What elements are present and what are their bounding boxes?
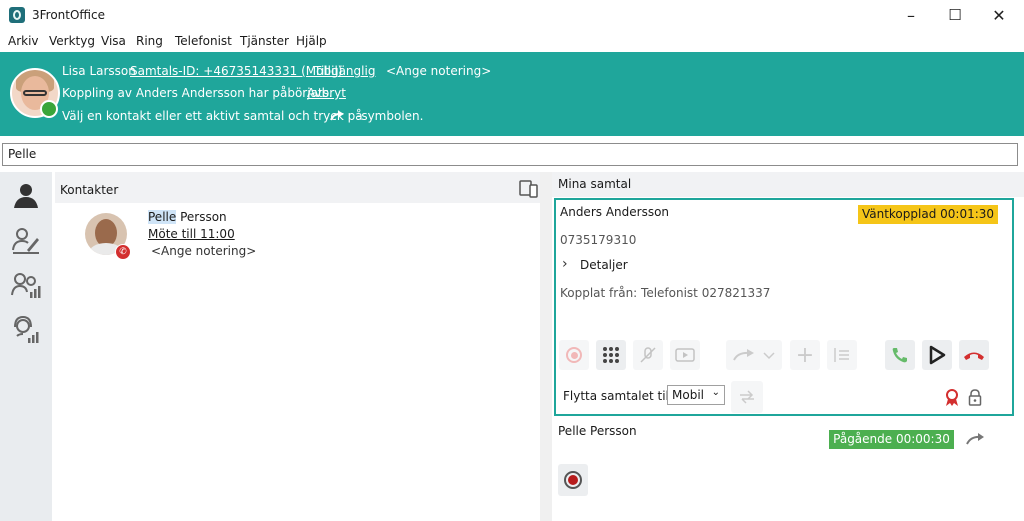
menu-arkiv[interactable]: Arkiv [8,34,39,48]
busy-phone-icon: ✆ [115,244,131,260]
contacts-title: Kontakter [60,183,119,197]
dialpad-icon [603,347,619,363]
lock-icon[interactable] [968,389,982,406]
transfer-forward-icon [733,349,775,361]
search-input[interactable]: Pelle [2,143,1018,166]
group-stats-icon[interactable] [10,270,42,302]
record-button[interactable] [558,464,588,496]
title-bar: 3FrontOffice – ☐ ✕ [0,0,1024,30]
contact-meeting-link[interactable]: Möte till 11:00 [148,227,235,241]
maximize-button[interactable]: ☐ [932,0,978,30]
menu-hjalp[interactable]: Hjälp [296,34,327,48]
queue-list-button[interactable] [827,340,857,370]
swap-call-button[interactable] [731,381,763,413]
calls-header: Mina samtal [552,172,1024,197]
presence-available-icon [40,100,58,118]
hangup-button[interactable] [959,340,989,370]
headset-stats-icon[interactable] [10,314,42,346]
user-banner: Lisa Larsson Samtals-ID: +46735143331 (M… [0,52,1024,136]
contact-first-name: Pelle [148,210,177,224]
minimize-button[interactable]: – [888,0,934,30]
calls-title: Mina samtal [558,177,632,191]
search-value: Pelle [8,147,37,161]
plus-icon: + [795,342,815,368]
status-link[interactable]: Tillgänglig [314,64,375,78]
dialpad-button[interactable] [596,340,626,370]
close-button[interactable]: ✕ [976,0,1022,30]
device-switch-icon[interactable] [519,179,539,199]
phone-answer-icon [892,348,907,363]
user-note[interactable]: <Ange notering> [386,64,491,78]
menu-bar: Arkiv Verktyg Visa Ring Telefonist Tjäns… [0,31,1024,51]
contact-last-name: Persson [176,210,227,224]
app-icon [9,7,25,23]
video-icon [675,348,695,362]
move-call-select[interactable]: Mobil ⌄ [667,385,725,405]
menu-visa[interactable]: Visa [101,34,126,48]
ongoing-status-badge: Pågående 00:00:30 [829,430,954,449]
menu-ring[interactable]: Ring [136,34,163,48]
caller-name: Anders Andersson [560,205,670,219]
contact-note[interactable]: <Ange notering> [151,244,256,258]
connected-from: Kopplat från: Telefonist 027821337 [560,286,771,300]
left-navigation [0,172,52,521]
mute-mic-icon [640,347,656,363]
call-id-link[interactable]: Samtals-ID: +46735143331 (Mobil) [130,64,342,78]
hangup-icon [964,352,984,360]
menu-tjanster[interactable]: Tjänster [240,34,289,48]
contacts-scrollbar[interactable] [540,172,552,521]
details-toggle[interactable]: Detaljer [580,258,628,272]
mute-button[interactable] [633,340,663,370]
contacts-person-icon[interactable] [10,180,42,212]
answer-button[interactable] [885,340,915,370]
edit-user-icon[interactable] [10,224,42,256]
move-call-value: Mobil [672,388,704,402]
instruction-text: Välj en kontakt eller ett aktivt samtal … [62,109,363,123]
menu-verktyg[interactable]: Verktyg [49,34,95,48]
hold-status-badge: Väntkopplad 00:01:30 [858,205,998,224]
swap-icon [740,390,754,404]
second-caller-name: Pelle Persson [558,424,637,438]
list-item[interactable]: ✆ Pelle Persson Möte till 11:00 <Ange no… [55,207,540,267]
record-call-button[interactable] [559,340,589,370]
play-icon [929,345,946,365]
add-call-button[interactable]: + [790,340,820,370]
window-title: 3FrontOffice [32,8,106,22]
contacts-header: Kontakter [55,172,540,203]
record-icon [566,347,582,363]
transfer-arrow-icon[interactable] [966,432,986,446]
chevron-right-icon[interactable]: › [562,256,568,272]
move-call-label: Flytta samtalet till: [563,389,677,403]
contacts-panel: Kontakter ✆ Pelle Persson Möte till 11:0… [55,172,540,521]
list-icon [834,348,849,362]
chevron-down-icon: ⌄ [711,387,720,398]
active-call-card[interactable]: Anders Andersson Väntkopplad 00:01:30 07… [554,198,1014,416]
badge-ribbon-icon [946,389,958,406]
transfer-dropdown-button[interactable] [726,340,782,370]
resume-button[interactable] [922,340,952,370]
abort-transfer-link[interactable]: Avbryt [307,86,346,100]
user-name: Lisa Larsson [62,64,136,78]
instruction-text-end: -symbolen. [357,109,424,123]
caller-number: 0735179310 [560,233,637,247]
transfer-arrow-icon [330,111,344,121]
transfer-message: Koppling av Anders Andersson har påbörja… [62,86,333,100]
video-button[interactable] [670,340,700,370]
menu-telefonist[interactable]: Telefonist [175,34,232,48]
